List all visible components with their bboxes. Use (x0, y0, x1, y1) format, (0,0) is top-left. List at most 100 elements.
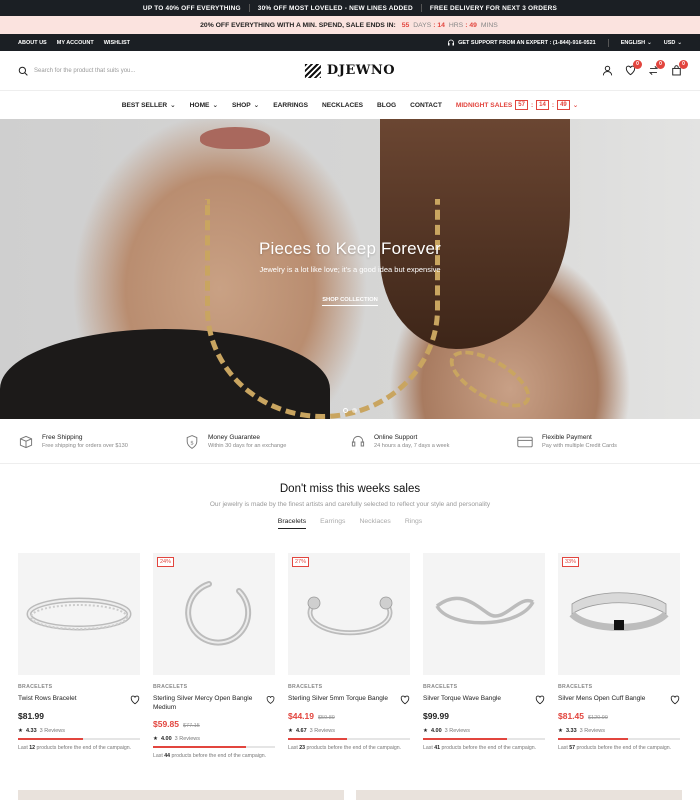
product-grid: BRACELETS Twist Rows Bracelet $81.99 ★ 4.… (18, 553, 682, 759)
nav-earrings[interactable]: EARRINGS (273, 102, 308, 109)
stock-post: products before the end of the campaign. (36, 745, 132, 751)
shop-collection-link[interactable]: SHOP COLLECTION (322, 297, 378, 306)
stock-progress-fill (423, 738, 508, 740)
product-price: $99.99 (423, 711, 449, 721)
product-image[interactable]: 24% (153, 553, 275, 675)
cart-button[interactable]: 0 (670, 59, 688, 77)
heart-icon[interactable] (266, 695, 275, 705)
heart-icon[interactable] (670, 695, 680, 705)
tab-rings[interactable]: Rings (405, 518, 422, 529)
product-rating: ★ 4.00 3 Reviews (423, 728, 545, 734)
search-input[interactable]: Search for the product that suits you... (34, 68, 135, 74)
wave-bangle-image (435, 596, 535, 625)
product-price: $44.19 (288, 711, 314, 721)
tab-necklaces[interactable]: Necklaces (359, 518, 390, 529)
nav-label: BLOG (377, 101, 397, 109)
section-subtitle: Our jewelry is made by the finest artist… (209, 501, 491, 508)
stock-text: Last 44 products before the end of the c… (153, 753, 275, 759)
torque-bangle-image (307, 596, 393, 636)
tab-bracelets[interactable]: Bracelets (277, 518, 307, 529)
chevron-down-icon: ⌄ (212, 102, 218, 109)
support-text: GET SUPPORT FROM AN EXPERT : (1-844)-916… (458, 39, 596, 46)
nav-home[interactable]: HOME ⌄ (190, 101, 218, 110)
star-icon: ★ (423, 728, 428, 734)
feature-sub: Within 30 days for an exchange (208, 443, 287, 449)
currency-select[interactable]: USD ⌄ (664, 40, 682, 46)
slider-dot[interactable] (352, 408, 357, 413)
language-value: ENGLISH (620, 39, 646, 46)
slider-dots (343, 408, 357, 413)
nav-contact[interactable]: CONTACT (410, 102, 442, 109)
timer-box: 49 (557, 100, 570, 110)
announcement-2: 30% OFF MOST LOVELED - NEW LINES ADDED (257, 4, 413, 12)
nav-shop[interactable]: SHOP ⌄ (232, 101, 259, 110)
nav-necklaces[interactable]: NECKLACES (322, 102, 363, 109)
tab-earrings[interactable]: Earrings (320, 518, 345, 529)
star-icon: ★ (153, 735, 158, 742)
product-card[interactable]: 33% BRACELETS Silver Mens Open Cuff Bang… (558, 553, 680, 759)
hero-bracelet-image (441, 339, 539, 419)
announcement-bar: UP TO 40% OFF EVERYTHING 30% OFF MOST LO… (0, 0, 700, 16)
feature-item: Online Support 24 hours a day, 7 days a w… (350, 434, 516, 450)
product-name[interactable]: Silver Mens Open Cuff Bangle (558, 695, 645, 704)
divider (607, 38, 609, 47)
wishlist-link[interactable]: WISHLIST (104, 40, 130, 46)
feature-item: $ Money Guarantee Within 30 days for an e… (184, 434, 350, 450)
product-name[interactable]: Sterling Silver Mercy Open Bangle Medium (153, 695, 266, 713)
heart-icon[interactable] (130, 695, 140, 705)
site-logo[interactable]: DJEWNO (304, 63, 395, 78)
product-card[interactable]: 24% BRACELETS Sterling Silver Mercy Open… (153, 553, 275, 759)
nav-label: MIDNIGHT SALES (455, 101, 513, 109)
feature-title: Money Guarantee (208, 434, 261, 441)
product-card[interactable]: BRACELETS Twist Rows Bracelet $81.99 ★ 4.… (18, 553, 140, 759)
product-name[interactable]: Silver Torque Wave Bangle (423, 695, 501, 704)
star-icon: ★ (18, 728, 23, 734)
nav-blog[interactable]: BLOG (377, 102, 396, 109)
rating-value: 4.00 (160, 735, 172, 742)
stock-pre: Last (558, 745, 568, 751)
stock-progress-fill (18, 738, 83, 740)
product-category: BRACELETS (18, 684, 53, 690)
product-card[interactable]: BRACELETS Silver Torque Wave Bangle $99.… (423, 553, 545, 759)
heart-icon[interactable] (400, 695, 410, 705)
product-image[interactable] (18, 553, 140, 675)
weekly-sales-section: Don't miss this weeks sales Our jewelry … (0, 483, 700, 529)
features-strip: Free Shipping Free shipping for orders ov… (0, 420, 700, 464)
product-rating: ★ 4.33 3 Reviews (18, 728, 140, 734)
product-name[interactable]: Twist Rows Bracelet (18, 695, 77, 704)
product-card[interactable]: 27% BRACELETS Sterling Silver 5mm Torque… (288, 553, 410, 759)
account-button[interactable] (601, 65, 613, 77)
slider-dot[interactable] (343, 408, 348, 413)
stock-progress (558, 738, 680, 740)
product-old-price: $59.89 (318, 715, 335, 721)
search-bar[interactable]: Search for the product that suits you... (18, 66, 238, 76)
feature-title: Free Shipping (42, 434, 83, 441)
stock-progress (423, 738, 545, 740)
about-us-link[interactable]: ABOUT US (18, 40, 47, 46)
product-image[interactable]: 27% (288, 553, 410, 675)
product-image[interactable] (423, 553, 545, 675)
midnight-timer: 57: 14: 49 (515, 100, 570, 110)
user-icon (602, 65, 612, 76)
product-image[interactable]: 33% (558, 553, 680, 675)
compare-button[interactable]: 0 (647, 59, 665, 77)
my-account-link[interactable]: MY ACCOUNT (57, 40, 94, 46)
countdown-days: 55 (401, 21, 410, 29)
nav-label: CONTACT (410, 101, 442, 109)
wishlist-button[interactable]: 0 (624, 59, 642, 77)
language-select[interactable]: ENGLISH ⌄ (621, 40, 652, 46)
nav-midnight-sales[interactable]: MIDNIGHT SALES 57: 14: 49 ⌄ (456, 100, 578, 110)
review-count: 3 Reviews (309, 728, 336, 734)
nav-best-seller[interactable]: BEST SELLER ⌄ (122, 101, 176, 110)
feature-sub: Pay with multiple Credit Cards (542, 443, 617, 449)
utility-bar: ABOUT US MY ACCOUNT WISHLIST GET SUPPORT… (0, 34, 700, 51)
product-name[interactable]: Sterling Silver 5mm Torque Bangle (288, 695, 388, 704)
divider (248, 4, 250, 12)
feature-title: Flexible Payment (542, 434, 592, 441)
hero-banner: Pieces to Keep Forever Jewelry is a lot … (0, 119, 700, 419)
heart-icon[interactable] (535, 695, 545, 705)
stock-post: products before the end of the campaign. (306, 745, 402, 751)
promo-bar: 20% OFF EVERYTHING WITH A MIN. SPEND, SA… (0, 16, 700, 34)
stock-progress-fill (288, 738, 347, 740)
review-count: 3 Reviews (579, 728, 606, 734)
